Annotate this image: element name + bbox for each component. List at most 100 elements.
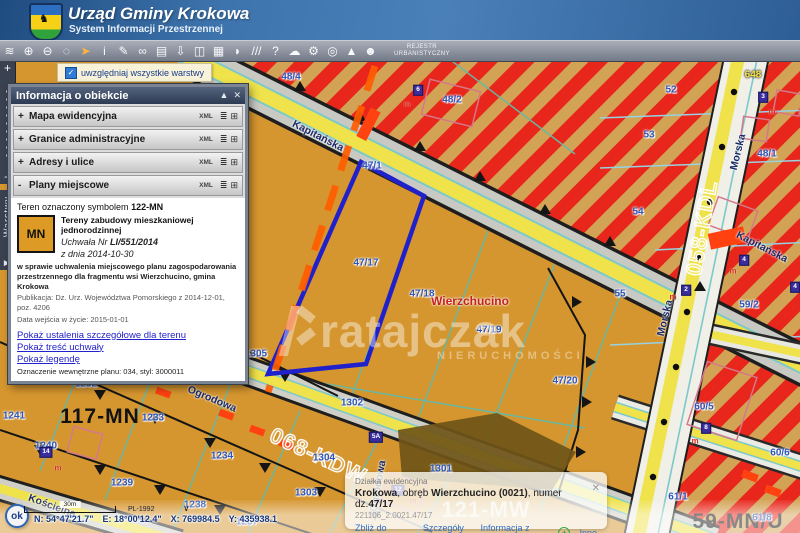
- map-label: 48/1: [757, 149, 776, 160]
- link-icon[interactable]: ∞: [133, 41, 152, 61]
- zone-swatch: MN: [17, 215, 55, 253]
- land-use-label: Tereny zabudowy mieszkaniowej jednorodzi…: [61, 215, 239, 235]
- expander-icon[interactable]: +: [18, 111, 29, 122]
- plan-link[interactable]: Pokaż treść uchwały: [17, 342, 239, 353]
- app-header: ♞ Urząd Gminy Krokowa System Informacji …: [0, 0, 800, 40]
- print-section-icon[interactable]: ⊞: [230, 134, 238, 145]
- print-section-icon[interactable]: ⊞: [230, 157, 238, 168]
- object-info-panel-header[interactable]: Informacja o obiekcie ▲ ✕: [11, 87, 245, 104]
- download-icon[interactable]: ⇩: [171, 41, 190, 61]
- map-label: 1234: [211, 451, 233, 462]
- close-icon[interactable]: ✕: [233, 91, 241, 100]
- list-view-icon[interactable]: ≣: [220, 134, 228, 145]
- draw-measure-icon[interactable]: ✎: [114, 41, 133, 61]
- xml-export-button[interactable]: XML: [199, 159, 213, 166]
- plan-internal-id: Oznaczenie wewnętrzne planu: 034, styl: …: [17, 367, 239, 376]
- zoom-in-icon[interactable]: ⊕: [19, 41, 38, 61]
- feature-action-link[interactable]: Szczegóły (I): [423, 523, 472, 533]
- building-m-marker: m: [403, 100, 410, 109]
- expander-icon[interactable]: -: [18, 180, 29, 191]
- map-label: 1239: [111, 478, 133, 489]
- zoom-out-icon[interactable]: ⊖: [38, 41, 57, 61]
- expander-icon[interactable]: +: [18, 134, 29, 145]
- all-layers-option: ✓ uwzględniaj wszystkie warstwy: [57, 63, 212, 82]
- feature-action-link[interactable]: Informacja z planu: [480, 523, 549, 533]
- resolution-date: z dnia 2014-10-30: [61, 249, 239, 259]
- zoom-in-rail-button[interactable]: +: [4, 62, 11, 75]
- zone-intro: Teren oznaczony symbolem 122-MN: [17, 202, 239, 212]
- search-icon[interactable]: ◎: [323, 41, 342, 61]
- list-view-icon[interactable]: ≣: [220, 180, 228, 191]
- panel-sections: +Mapa ewidencyjnaXML≣⊞+Granice administr…: [11, 104, 245, 196]
- address-marker: 14: [39, 447, 52, 458]
- minimize-icon[interactable]: ▲: [220, 91, 229, 100]
- panel-section[interactable]: -Plany miejscoweXML ≣⊞: [13, 175, 243, 196]
- north-arrow-icon[interactable]: ▲: [342, 41, 361, 61]
- xml-export-button[interactable]: XML: [199, 182, 213, 189]
- map-label: 52: [665, 85, 676, 96]
- plan-details: Teren oznaczony symbolem 122-MN MN Teren…: [11, 198, 245, 381]
- map-label: 47/18: [409, 289, 434, 300]
- xml-export-button[interactable]: XML: [199, 136, 213, 143]
- object-info-icon[interactable]: i: [95, 41, 114, 61]
- building-m-marker: m: [768, 108, 775, 117]
- crs-dropdown-chevron-icon[interactable]: ∨: [183, 503, 190, 514]
- list-view-icon[interactable]: ≣: [220, 157, 228, 168]
- panel-section[interactable]: +Mapa ewidencyjnaXML≣⊞: [13, 106, 243, 127]
- map-label: 1305: [245, 349, 267, 360]
- map-label: 648: [745, 70, 762, 81]
- all-layers-checkbox[interactable]: ✓: [65, 67, 77, 79]
- settings-icon[interactable]: ⚙: [304, 41, 323, 61]
- plan-subject: w sprawie uchwalenia miejscowego planu z…: [17, 262, 239, 291]
- help-icon[interactable]: ?: [266, 41, 285, 61]
- copy-view-icon[interactable]: ◫: [190, 41, 209, 61]
- zone-symbol: 122-MN: [131, 202, 163, 212]
- coord-e: E: 18°00'12.4": [103, 514, 162, 524]
- app-subtitle: System Informacji Przestrzennej: [69, 24, 223, 35]
- feature-id: 221106_2.0021.47/17: [355, 511, 597, 520]
- expander-icon[interactable]: +: [18, 157, 29, 168]
- panel-title: Informacja o obiekcie: [16, 90, 215, 102]
- address-marker: 2: [681, 285, 691, 296]
- object-info-panel: Informacja o obiekcie ▲ ✕ +Mapa ewidency…: [8, 84, 248, 384]
- plan-link[interactable]: Pokaż ustalenia szczegółowe dla terenu: [17, 330, 239, 341]
- feature-action-link[interactable]: Zbliż do obiektu: [355, 523, 414, 533]
- layers-icon[interactable]: ≋: [0, 41, 19, 61]
- print-section-icon[interactable]: ⊞: [230, 111, 238, 122]
- scale-bar: 30m: [24, 506, 116, 513]
- panel-section[interactable]: +Adresy i uliceXML≣⊞: [13, 152, 243, 173]
- feature-type-label: Działka ewidencyjna: [355, 477, 597, 486]
- plus-icon[interactable]: +: [558, 527, 570, 533]
- plan-publication: Publikacja: Dz. Urz. Województwa Pomorsk…: [17, 293, 239, 313]
- map-label: 59/2: [739, 300, 758, 311]
- print-icon[interactable]: ▤: [152, 41, 171, 61]
- print-section-icon[interactable]: ⊞: [230, 180, 238, 191]
- address-marker: 8: [701, 423, 711, 434]
- map-label: 55: [614, 289, 625, 300]
- feature-close-icon[interactable]: ✕: [592, 483, 600, 494]
- map-label: Wierzchucino: [431, 294, 509, 308]
- list-view-icon[interactable]: ≣: [220, 111, 228, 122]
- share-user-icon[interactable]: ☻: [361, 41, 380, 61]
- comment-icon[interactable]: ◗: [228, 41, 247, 61]
- all-layers-label: uwzględniaj wszystkie warstwy: [81, 68, 204, 78]
- xml-export-button[interactable]: XML: [199, 113, 213, 120]
- urban-register-button[interactable]: REJESTR URBANISTYCZNY: [394, 44, 450, 59]
- panel-section[interactable]: +Granice administracyjneXML≣⊞: [13, 129, 243, 150]
- map-label: 47/20: [552, 376, 577, 387]
- address-marker: 6: [413, 85, 423, 96]
- pointer-icon[interactable]: ➤: [76, 41, 95, 61]
- map-label: 48/2: [442, 95, 461, 106]
- layout-icon[interactable]: ▦: [209, 41, 228, 61]
- feature-action-link[interactable]: Inne: [579, 528, 597, 533]
- map-label: 60/5: [694, 402, 713, 413]
- section-label: Plany miejscowe: [29, 180, 199, 191]
- address-marker: 4: [739, 255, 749, 266]
- select-area-icon[interactable]: ◌: [57, 41, 76, 61]
- plan-link[interactable]: Pokaż legendę: [17, 354, 239, 365]
- hatch-measure-icon[interactable]: ///: [247, 41, 266, 61]
- building-m-marker: m: [691, 437, 698, 446]
- cloud-icon[interactable]: ☁: [285, 41, 304, 61]
- address-marker: 5A: [369, 432, 383, 443]
- parcel-feature-panel: Działka ewidencyjna Krokowa, obręb Wierz…: [345, 472, 607, 529]
